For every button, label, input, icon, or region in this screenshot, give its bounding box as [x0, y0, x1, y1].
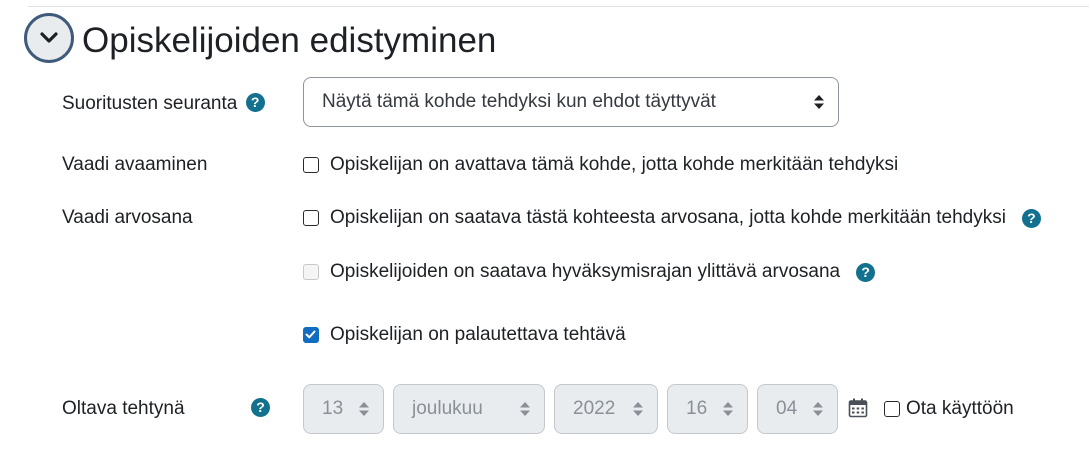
require-view-checkbox-label: Opiskelijan on avattava tämä kohde, jott…	[330, 154, 899, 175]
help-circle-icon[interactable]: ?	[1021, 208, 1041, 228]
select-arrows-icon	[520, 402, 530, 416]
completion-tracking-select[interactable]: Näytä tämä kohde tehdyksi kun ehdot täyt…	[303, 77, 839, 127]
day-value: 13	[322, 398, 344, 419]
checkmark-icon	[305, 330, 316, 339]
require-grade-option: Opiskelijan on saatava tästä kohteesta a…	[303, 206, 1041, 230]
pass-grade-option: Opiskelijoiden on saatava hyväksymisraja…	[303, 260, 876, 284]
year-select[interactable]: 2022	[554, 384, 658, 434]
submit-checkbox-label: Opiskelijan on palautettava tehtävä	[330, 324, 626, 345]
pass-grade-checkbox-label: Opiskelijoiden on saatava hyväksymisraja…	[330, 261, 841, 282]
help-circle-icon[interactable]: ?	[251, 398, 270, 417]
expected-completion-label: Oltava tehtynä	[62, 398, 185, 419]
month-select[interactable]: joulukuu	[393, 384, 545, 434]
chevron-down-icon	[40, 32, 58, 43]
hour-select[interactable]: 16	[667, 384, 748, 434]
pass-grade-checkbox[interactable]	[303, 264, 319, 280]
require-view-checkbox[interactable]	[303, 157, 319, 173]
require-grade-checkbox[interactable]	[303, 210, 319, 226]
select-arrows-icon	[633, 402, 643, 416]
enable-date-label: Ota käyttöön	[906, 398, 1014, 419]
select-arrows-icon	[814, 95, 824, 109]
submit-option: Opiskelijan on palautettava tehtävä	[303, 323, 626, 347]
completion-tracking-label-text: Suoritusten seuranta	[62, 93, 238, 114]
require-view-label: Vaadi avaaminen	[62, 154, 208, 175]
day-select[interactable]: 13	[303, 384, 384, 434]
month-value: joulukuu	[412, 398, 483, 419]
select-arrows-icon	[359, 402, 369, 416]
enable-date-option: Ota käyttöön	[884, 397, 1014, 421]
minute-select[interactable]: 04	[757, 384, 838, 434]
collapse-section-button[interactable]	[24, 13, 74, 63]
require-grade-checkbox-label: Opiskelijan on saatava tästä kohteesta a…	[330, 207, 1006, 228]
submit-checkbox[interactable]	[303, 327, 319, 343]
help-circle-icon[interactable]: ?	[856, 262, 876, 282]
select-arrows-icon	[723, 402, 733, 416]
require-grade-label: Vaadi arvosana	[62, 207, 193, 228]
hour-value: 16	[686, 398, 708, 419]
enable-date-checkbox[interactable]	[884, 401, 900, 417]
year-value: 2022	[573, 398, 616, 419]
completion-tracking-selected: Näytä tämä kohde tehdyksi kun ehdot täyt…	[322, 91, 716, 112]
select-arrows-icon	[813, 402, 823, 416]
section-divider	[28, 6, 1089, 7]
help-circle-icon[interactable]: ?	[245, 92, 265, 112]
require-view-option: Opiskelijan on avattava tämä kohde, jott…	[303, 153, 898, 177]
completion-tracking-label: Suoritusten seuranta ?	[62, 92, 265, 116]
minute-value: 04	[776, 398, 798, 419]
section-title: Opiskelijoiden edistyminen	[82, 21, 497, 60]
calendar-icon[interactable]	[848, 398, 868, 418]
